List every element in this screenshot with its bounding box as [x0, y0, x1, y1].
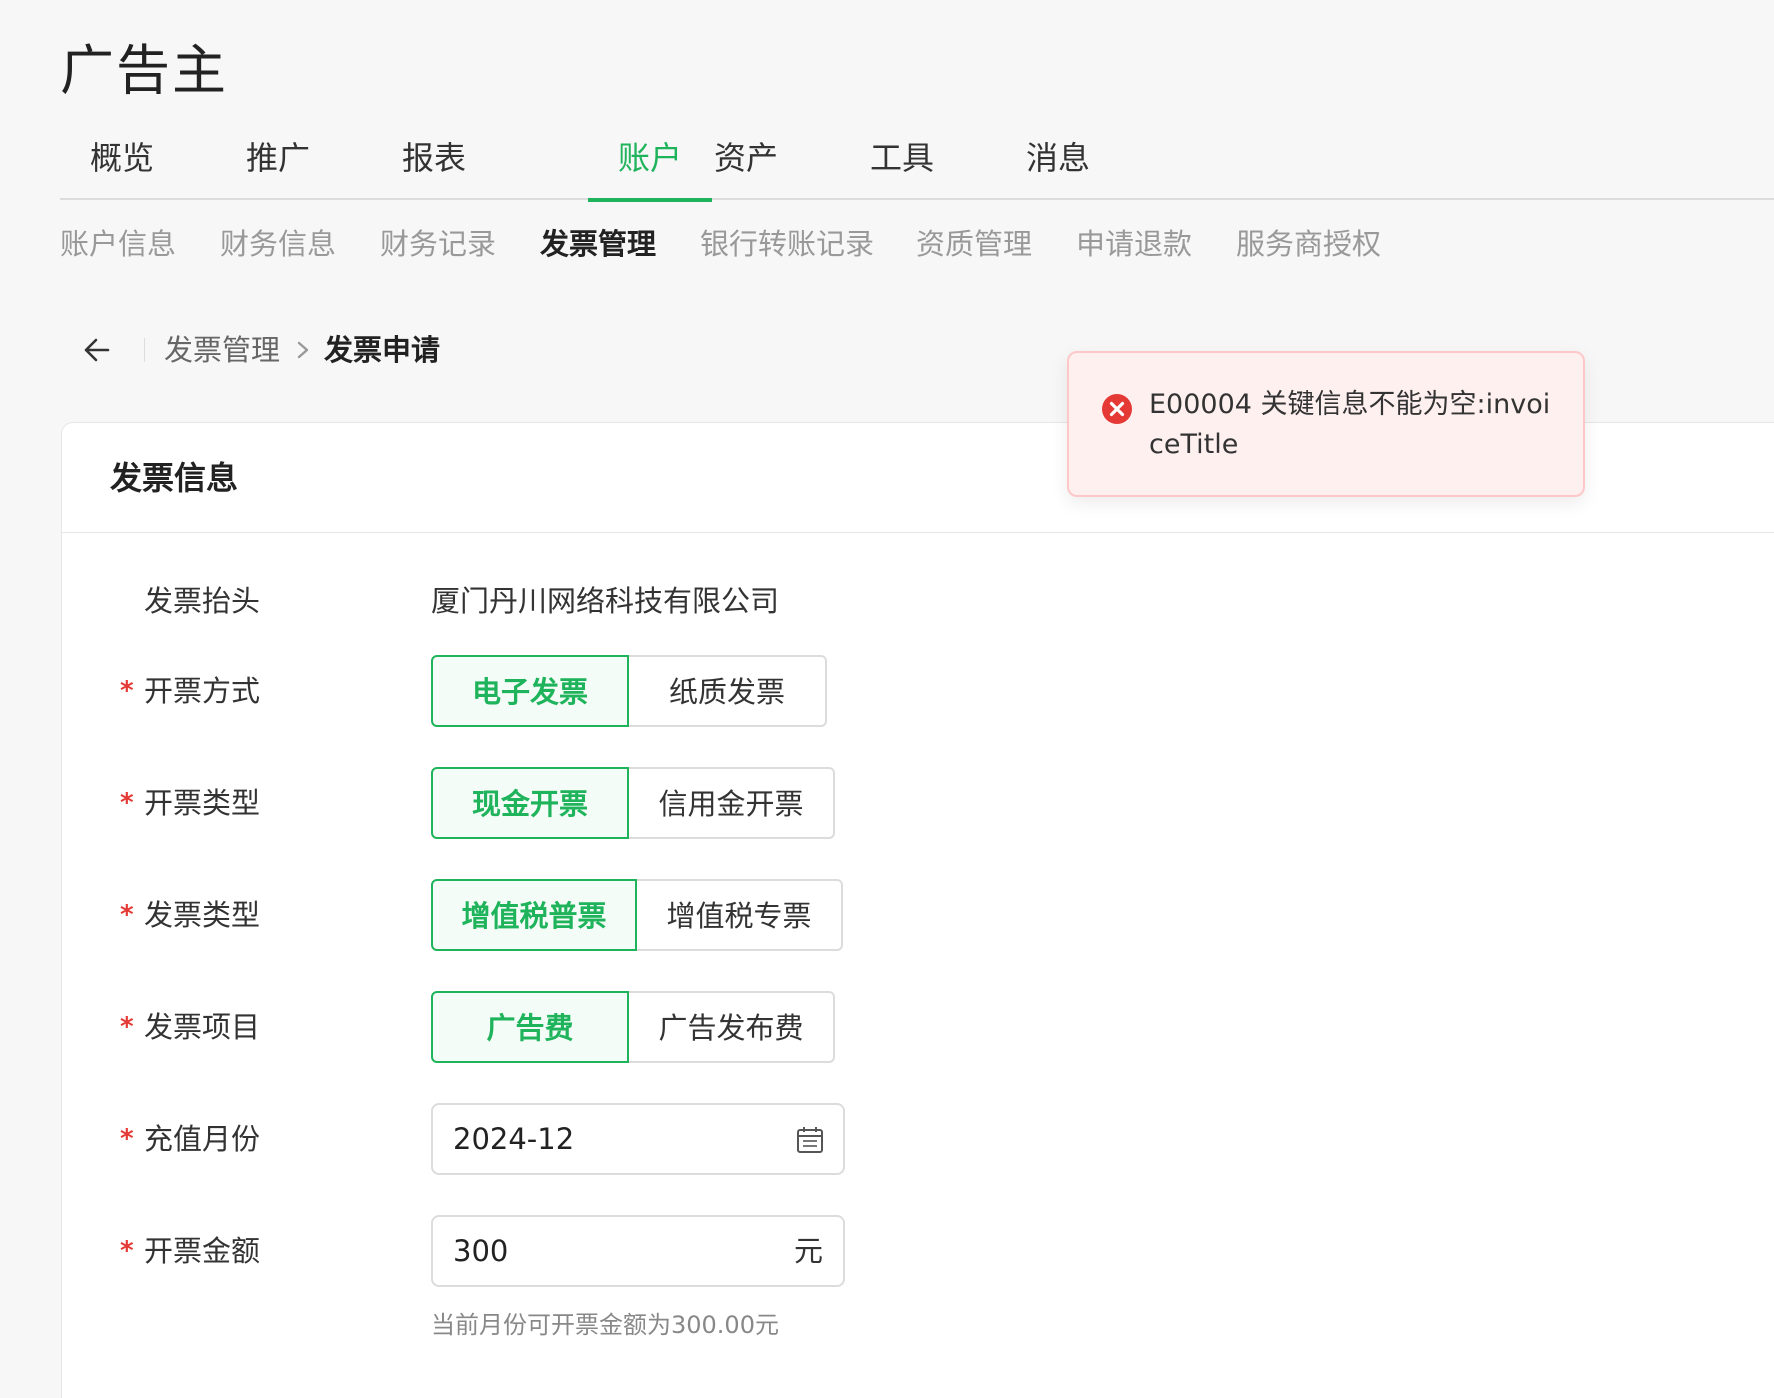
- invoice-amount-hint: 当前月份可开票金额为300.00元: [431, 1311, 779, 1339]
- issue-method-option-electronic[interactable]: 电子发票: [431, 655, 629, 727]
- invoice-item-segmented: 广告费 广告发布费: [431, 991, 835, 1063]
- error-circle-icon: [1102, 394, 1132, 424]
- top-nav-item-overview[interactable]: 概览: [60, 128, 184, 200]
- recharge-month-value: 2024-12: [453, 1122, 575, 1156]
- invoice-type-label: 发票类型: [144, 898, 261, 932]
- form-row-recharge-month: * 充值月份 2024-12: [62, 1103, 1774, 1175]
- invoice-amount-value: 300: [453, 1234, 509, 1268]
- sub-nav-item-agency-authorization[interactable]: 服务商授权: [1236, 222, 1381, 266]
- invoice-item-label: 发票项目: [144, 1010, 261, 1044]
- issue-type-option-credit[interactable]: 信用金开票: [629, 767, 835, 839]
- required-mark: *: [120, 1012, 134, 1042]
- issue-method-segmented: 电子发票 纸质发票: [431, 655, 827, 727]
- top-nav-item-reports[interactable]: 报表: [372, 128, 496, 200]
- issue-method-option-paper[interactable]: 纸质发票: [629, 655, 827, 727]
- sub-nav-item-bank-transfer-records[interactable]: 银行转账记录: [700, 222, 874, 266]
- required-mark: *: [120, 788, 134, 818]
- invoice-title-value: 厦门丹川网络科技有限公司: [431, 584, 780, 618]
- error-toast: E00004 关键信息不能为空:invoiceTitle: [1067, 351, 1585, 497]
- amount-unit-suffix: 元: [793, 1234, 823, 1268]
- sub-nav-item-qualification[interactable]: 资质管理: [916, 222, 1032, 266]
- sub-nav-item-refund[interactable]: 申请退款: [1076, 222, 1192, 266]
- top-nav-item-tools[interactable]: 工具: [840, 128, 964, 200]
- invoice-title-label: 发票抬头: [144, 584, 261, 618]
- required-mark: *: [120, 900, 134, 930]
- issue-type-label: 开票类型: [144, 786, 261, 820]
- invoice-info-card: 发票信息 发票抬头 厦门丹川网络科技有限公司 * 开票方式 电子发票 纸质发票 …: [61, 422, 1774, 1398]
- sub-nav-item-finance-info[interactable]: 财务信息: [220, 222, 336, 266]
- form-row-invoice-title: 发票抬头 厦门丹川网络科技有限公司: [62, 565, 1774, 637]
- form-row-invoice-item: * 发票项目 广告费 广告发布费: [62, 991, 1774, 1063]
- recharge-month-picker[interactable]: 2024-12: [431, 1103, 845, 1175]
- top-nav-item-assets[interactable]: 资产: [684, 128, 808, 200]
- app-title: 广告主: [60, 39, 228, 102]
- required-mark: *: [120, 1236, 134, 1266]
- invoice-type-segmented: 增值税普票 增值税专票: [431, 879, 843, 951]
- invoice-type-option-special[interactable]: 增值税专票: [637, 879, 843, 951]
- top-nav-item-promotion[interactable]: 推广: [216, 128, 340, 200]
- invoice-amount-input[interactable]: 300 元: [431, 1215, 845, 1287]
- back-button[interactable]: [78, 328, 118, 372]
- top-nav-item-messages[interactable]: 消息: [996, 128, 1120, 200]
- required-mark: *: [120, 1124, 134, 1154]
- recharge-month-label: 充值月份: [144, 1122, 261, 1156]
- calendar-icon[interactable]: [795, 1125, 825, 1155]
- breadcrumb-parent-link[interactable]: 发票管理: [164, 328, 280, 372]
- issue-method-label: 开票方式: [144, 674, 261, 708]
- breadcrumb-current: 发票申请: [324, 333, 441, 367]
- invoice-item-option-ad-fee[interactable]: 广告费: [431, 991, 629, 1063]
- chevron-right-icon: [290, 328, 316, 372]
- toast-message: E00004 关键信息不能为空:invoiceTitle: [1149, 389, 1551, 460]
- sub-nav-item-finance-records[interactable]: 财务记录: [380, 222, 496, 266]
- invoice-type-option-general[interactable]: 增值税普票: [431, 879, 637, 951]
- form-row-invoice-type: * 发票类型 增值税普票 增值税专票: [62, 879, 1774, 951]
- sub-nav-item-account-info[interactable]: 账户信息: [60, 222, 176, 266]
- sub-nav-item-invoice-management[interactable]: 发票管理: [540, 222, 656, 266]
- top-nav: 概览 推广 报表 账户 资产 工具 消息: [60, 128, 1774, 202]
- issue-type-option-cash[interactable]: 现金开票: [431, 767, 629, 839]
- issue-type-segmented: 现金开票 信用金开票: [431, 767, 835, 839]
- required-mark: *: [120, 676, 134, 706]
- arrow-left-icon: [84, 338, 110, 362]
- page: 广告主 概览 推广 报表 账户 资产 工具 消息 账户信息 财务信息 财务记录 …: [0, 0, 1774, 1398]
- invoice-amount-label: 开票金额: [144, 1234, 261, 1268]
- form-row-issue-method: * 开票方式 电子发票 纸质发票: [62, 655, 1774, 727]
- form-row-invoice-amount: * 开票金额 300 元: [62, 1215, 1774, 1287]
- breadcrumb-divider: [144, 338, 145, 362]
- invoice-item-option-ad-publish-fee[interactable]: 广告发布费: [629, 991, 835, 1063]
- form-row-issue-type: * 开票类型 现金开票 信用金开票: [62, 767, 1774, 839]
